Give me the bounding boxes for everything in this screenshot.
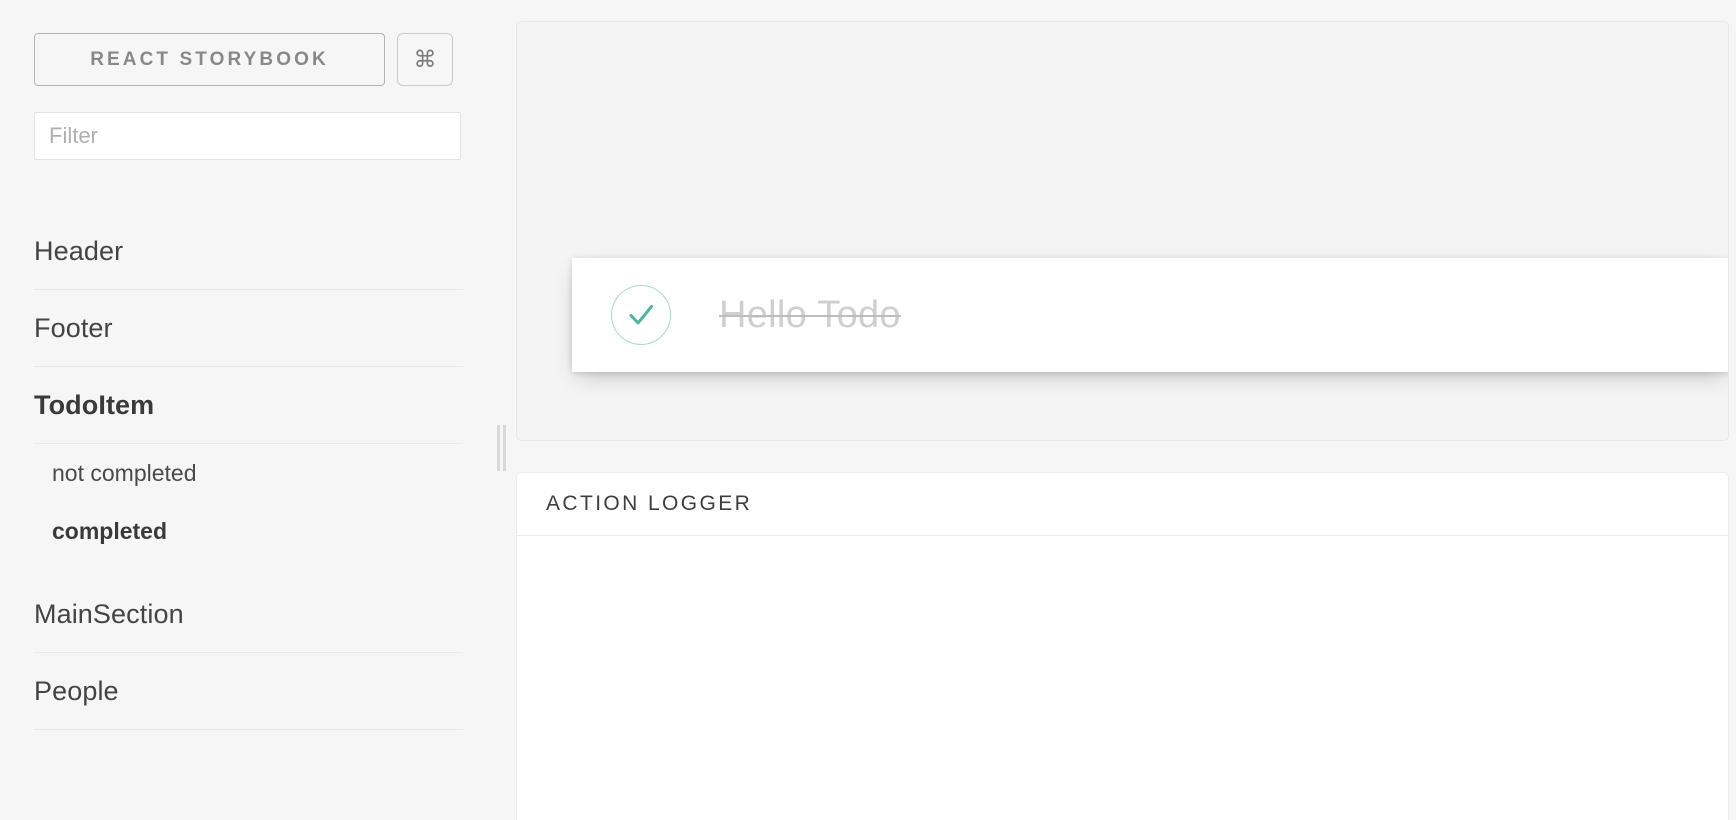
command-icon: ⌘ xyxy=(413,46,437,72)
storybook-app: REACT STORYBOOK ⌘ Header Footer TodoItem xyxy=(0,0,1736,820)
check-icon xyxy=(629,305,653,325)
sidebar: REACT STORYBOOK ⌘ Header Footer TodoItem xyxy=(0,0,497,820)
story-label: completed xyxy=(52,517,168,544)
sidebar-item-todoitem[interactable]: TodoItem xyxy=(0,367,497,444)
story-label: not completed xyxy=(52,459,197,486)
filter-input[interactable] xyxy=(34,112,461,160)
command-shortcut-button[interactable]: ⌘ xyxy=(397,33,453,86)
sidebar-item-footer[interactable]: Footer xyxy=(0,290,497,367)
vertical-resize-handle[interactable] xyxy=(495,425,507,471)
sidebar-kind-mainsection: MainSection xyxy=(0,576,497,653)
action-logger-title: ACTION LOGGER xyxy=(546,492,753,515)
todo-item-card: Hello Todo xyxy=(572,258,1728,372)
story-list: Header Footer TodoItem not completed com… xyxy=(0,213,497,730)
todo-item-label[interactable]: Hello Todo xyxy=(719,294,901,337)
kind-label: People xyxy=(34,676,119,706)
kind-label: Header xyxy=(34,236,124,266)
story-item-completed[interactable]: completed xyxy=(0,502,497,560)
brand-button[interactable]: REACT STORYBOOK xyxy=(34,33,385,86)
kind-label: MainSection xyxy=(34,599,184,629)
todo-toggle-checkbox[interactable] xyxy=(611,285,671,345)
resize-grip-line xyxy=(502,425,506,471)
sidebar-kind-header: Header xyxy=(0,213,497,290)
content-pane: Hello Todo ACTION LOGGER xyxy=(497,0,1736,820)
story-group-todoitem: not completed completed xyxy=(0,444,497,576)
action-logger-panel: ACTION LOGGER xyxy=(516,472,1729,820)
sidebar-kind-todoitem: TodoItem not completed completed xyxy=(0,367,497,576)
sidebar-item-people[interactable]: People xyxy=(0,653,497,730)
kind-label: Footer xyxy=(34,313,113,343)
sidebar-header: REACT STORYBOOK ⌘ xyxy=(34,33,453,86)
sidebar-item-mainsection[interactable]: MainSection xyxy=(0,576,497,653)
sidebar-item-header[interactable]: Header xyxy=(0,213,497,290)
kind-label: TodoItem xyxy=(34,390,155,420)
story-item-not-completed[interactable]: not completed xyxy=(0,444,497,502)
sidebar-kind-people: People xyxy=(0,653,497,730)
action-logger-body[interactable] xyxy=(517,536,1728,820)
sidebar-kind-footer: Footer xyxy=(0,290,497,367)
brand-label: REACT STORYBOOK xyxy=(90,48,329,70)
story-preview-panel: Hello Todo xyxy=(516,21,1729,441)
action-logger-header: ACTION LOGGER xyxy=(517,473,1728,536)
resize-grip-line xyxy=(496,425,500,471)
